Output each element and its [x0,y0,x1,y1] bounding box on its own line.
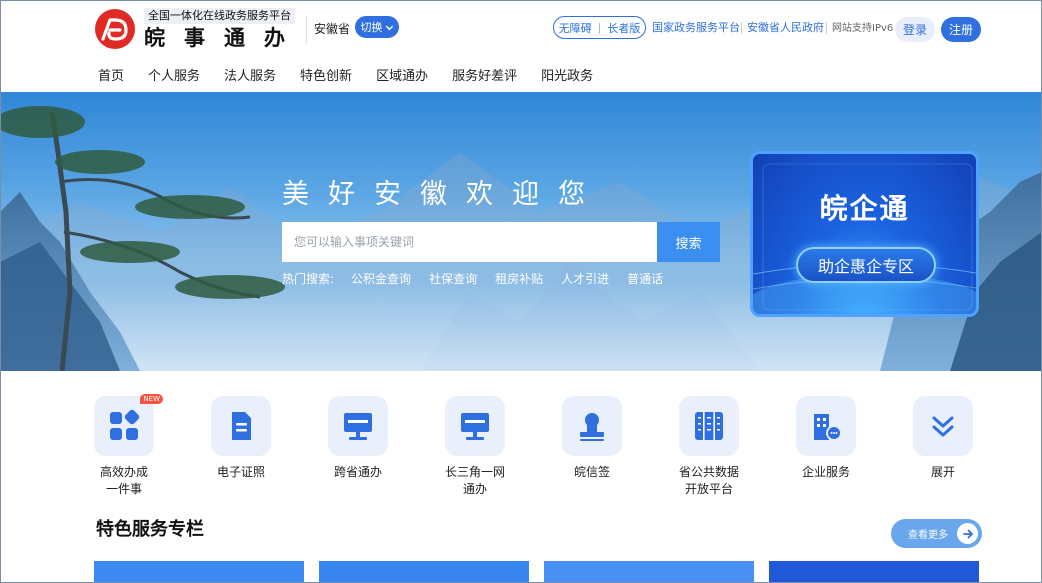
promo-zone-button[interactable]: 助企惠企专区 [796,247,936,283]
service-label: 长三角一网 通办 [444,465,505,496]
accessibility-switch: 无障碍 | 长者版 [553,16,646,39]
service-icon-box [445,396,505,456]
promo-title: 皖企通 [819,192,910,225]
barrier-free-link[interactable]: 无障碍 [559,20,592,36]
view-more-button[interactable]: 查看更多 [891,519,982,548]
featured-card[interactable] [94,561,304,583]
ipv6-support-text: 网站支持IPv6 [832,23,894,34]
site-header: 全国一体化在线政务服务平台 皖事通办 安徽省 切换 无障碍 | 长者版 国家政务… [0,0,1042,92]
apps-grid-icon [110,409,140,440]
separator [826,22,827,34]
service-label: 企业服务 [801,465,850,479]
nav-item-service-rating[interactable]: 服务好差评 [452,68,517,86]
chevron-double-down-icon [932,416,954,437]
nav-item-open-government[interactable]: 阳光政务 [541,68,593,86]
service-label: 高效办成 一件事 [99,465,148,496]
switch-region-button[interactable]: 切换 [355,16,399,38]
hot-search-item[interactable]: 普通话 [627,271,663,287]
hero-banner: 美好安徽欢迎您 搜索 热门搜索: 公积金查询 社保查询 租房补贴 人才引进 普通… [0,92,1042,371]
nav-item-regional[interactable]: 区域通办 [376,68,428,86]
nav-item-home[interactable]: 首页 [98,68,124,86]
monitor-icon [344,413,372,440]
service-label: 展开 [930,465,955,479]
service-icon-box [679,396,739,456]
service-icon-box: NEW [94,394,163,456]
search-input[interactable] [282,222,657,262]
service-cross-province[interactable]: 跨省通办 [308,396,408,481]
featured-card[interactable] [769,561,979,583]
arrow-right-icon [957,523,978,544]
province-government-link[interactable]: 安徽省人民政府 [747,21,824,35]
service-yangtze-delta[interactable]: 长三角一网 通办 [425,396,525,498]
service-public-data[interactable]: 省公共数据 开放平台 [659,396,759,498]
separator [741,22,742,34]
elder-mode-link[interactable]: 长者版 [607,20,640,36]
service-icon-box [328,396,388,456]
nav-item-innovation[interactable]: 特色创新 [300,68,352,86]
hot-search-item[interactable]: 租房补贴 [495,271,543,287]
register-button[interactable]: 注册 [941,17,981,42]
current-region: 安徽省 [314,22,351,36]
enterprise-icon [814,414,842,441]
site-logo[interactable] [94,8,136,50]
hot-searches: 热门搜索: 公积金查询 社保查询 租房补贴 人才引进 普通话 [282,271,681,287]
featured-section-title: 特色服务专栏 [96,519,204,540]
nav-item-personal-services[interactable]: 个人服务 [148,68,200,86]
expand-services-button[interactable]: 展开 [893,396,993,481]
hot-search-item[interactable]: 社保查询 [429,271,477,287]
document-icon [232,412,251,440]
service-efficient-one-thing[interactable]: NEW 高效办成 一件事 [74,394,174,498]
service-icon-box [796,396,856,456]
featured-card[interactable] [319,561,529,583]
brand-name: 皖事通办 [144,26,304,50]
cabinet-icon [695,412,723,440]
service-e-license[interactable]: 电子证照 [191,396,291,481]
service-icon-box [562,396,622,456]
hot-search-label: 热门搜索: [282,272,335,286]
stamp-icon [580,413,604,441]
service-label: 皖信签 [573,465,610,479]
service-icon-box [211,396,271,456]
service-icon-box [913,396,973,456]
enterprise-promo-card[interactable]: 皖企通 助企惠企专区 [750,151,979,317]
login-button[interactable]: 登录 [895,17,935,42]
service-enterprise[interactable]: 企业服务 [776,396,876,481]
promo-glow-decoration [753,163,976,314]
monitor-icon [461,413,489,440]
service-label: 省公共数据 开放平台 [678,465,739,496]
service-wan-xin-sign[interactable]: 皖信签 [542,396,642,481]
featured-card[interactable] [544,561,754,583]
separator: | [597,21,602,34]
hot-search-item[interactable]: 人才引进 [561,271,609,287]
hot-search-item[interactable]: 公积金查询 [351,271,411,287]
switch-region-label: 切换 [360,21,383,34]
national-platform-link[interactable]: 国家政务服务平台 [652,21,740,35]
service-label: 跨省通办 [333,465,382,479]
new-badge: NEW [140,394,163,404]
view-more-label: 查看更多 [908,530,948,541]
service-label: 电子证照 [216,465,265,479]
divider [306,16,307,44]
chevron-down-icon [385,25,393,30]
nav-item-corporate-services[interactable]: 法人服务 [224,68,276,86]
main-nav: 首页 个人服务 法人服务 特色创新 区域通办 服务好差评 阳光政务 [98,68,617,86]
platform-slogan: 全国一体化在线政务服务平台 [144,8,295,24]
search-button[interactable]: 搜索 [657,222,720,262]
hero-title: 美好安徽欢迎您 [282,179,604,210]
